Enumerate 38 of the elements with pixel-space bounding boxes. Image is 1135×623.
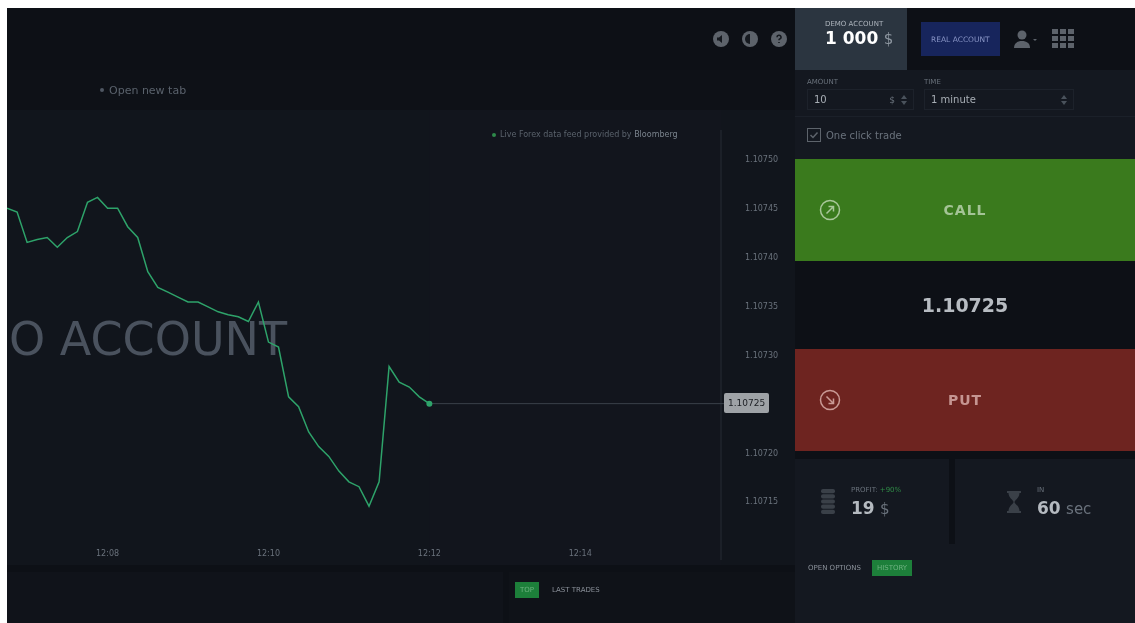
bullet-icon <box>100 88 104 92</box>
axis-label: 1.10720 <box>745 448 779 458</box>
call-button[interactable]: CALL <box>795 159 1135 261</box>
sound-icon[interactable] <box>713 31 729 47</box>
axis-label: 1.10750 <box>745 155 779 165</box>
current-point <box>426 400 433 407</box>
coins-icon <box>821 488 835 515</box>
one-click-label: One click trade <box>826 129 902 141</box>
put-button[interactable]: PUT <box>795 349 1135 451</box>
contrast-icon[interactable] <box>742 31 758 47</box>
axis-label: 12:12 <box>417 549 441 558</box>
amount-field[interactable]: 10 $ <box>807 89 914 110</box>
profit-value: 19 $ <box>851 497 891 518</box>
one-click-checkbox[interactable] <box>807 128 821 142</box>
spinner-icon[interactable] <box>901 94 907 105</box>
axis-label: 1.10735 <box>745 301 779 311</box>
time-field[interactable]: 1 minute <box>924 89 1074 110</box>
axis-label: 1.10730 <box>745 350 779 360</box>
current-price-tag: 1.10725 <box>724 392 770 413</box>
open-new-tab-link[interactable]: Open new tab <box>109 83 187 97</box>
apps-grid-icon[interactable] <box>1051 29 1074 49</box>
news-text: Live Forex data feed provided by Bloomberg <box>500 130 678 139</box>
expiry-value: 60 sec <box>1037 497 1092 518</box>
axis-label: 12:08 <box>96 549 120 558</box>
arrow-up-circle-icon <box>819 199 841 221</box>
help-icon[interactable] <box>771 31 787 47</box>
spinner-icon[interactable] <box>1061 94 1067 105</box>
bullet-icon <box>492 132 496 137</box>
axis-label: 1.10740 <box>745 253 779 263</box>
current-price: 1.10725 <box>795 261 1135 349</box>
axis-label: 1.10745 <box>745 204 779 214</box>
user-icon[interactable] <box>1013 30 1038 48</box>
axis-label: 12:14 <box>568 549 592 558</box>
checkmark-icon <box>809 130 819 140</box>
axis-label: 1.10715 <box>745 497 779 507</box>
hourglass-icon <box>1007 490 1021 513</box>
axis-label: 12:10 <box>256 549 280 558</box>
arrow-down-circle-icon <box>819 389 841 411</box>
